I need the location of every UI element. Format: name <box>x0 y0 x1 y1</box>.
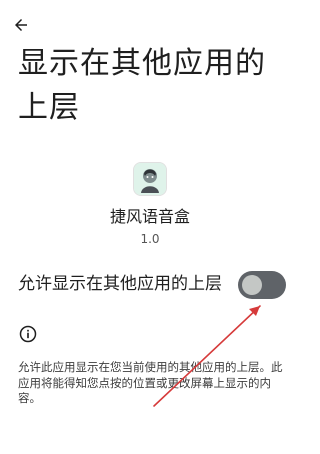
permission-description: 允许此应用显示在您当前使用的其他应用的上层。此应用将能得知您点按的位置或更改屏幕… <box>18 360 283 405</box>
back-button[interactable] <box>8 12 34 38</box>
overlay-permission-label: 允许显示在其他应用的上层 <box>18 274 222 294</box>
app-logo-icon <box>133 162 167 196</box>
info-icon <box>19 325 37 343</box>
app-version: 1.0 <box>140 232 160 246</box>
overlay-permission-toggle[interactable] <box>238 271 286 299</box>
arrow-left-icon <box>15 19 27 31</box>
toggle-thumb <box>242 275 262 295</box>
app-name: 捷风语音盒 <box>109 207 190 226</box>
page-title: 显示在其他应用的上层 <box>18 46 266 125</box>
